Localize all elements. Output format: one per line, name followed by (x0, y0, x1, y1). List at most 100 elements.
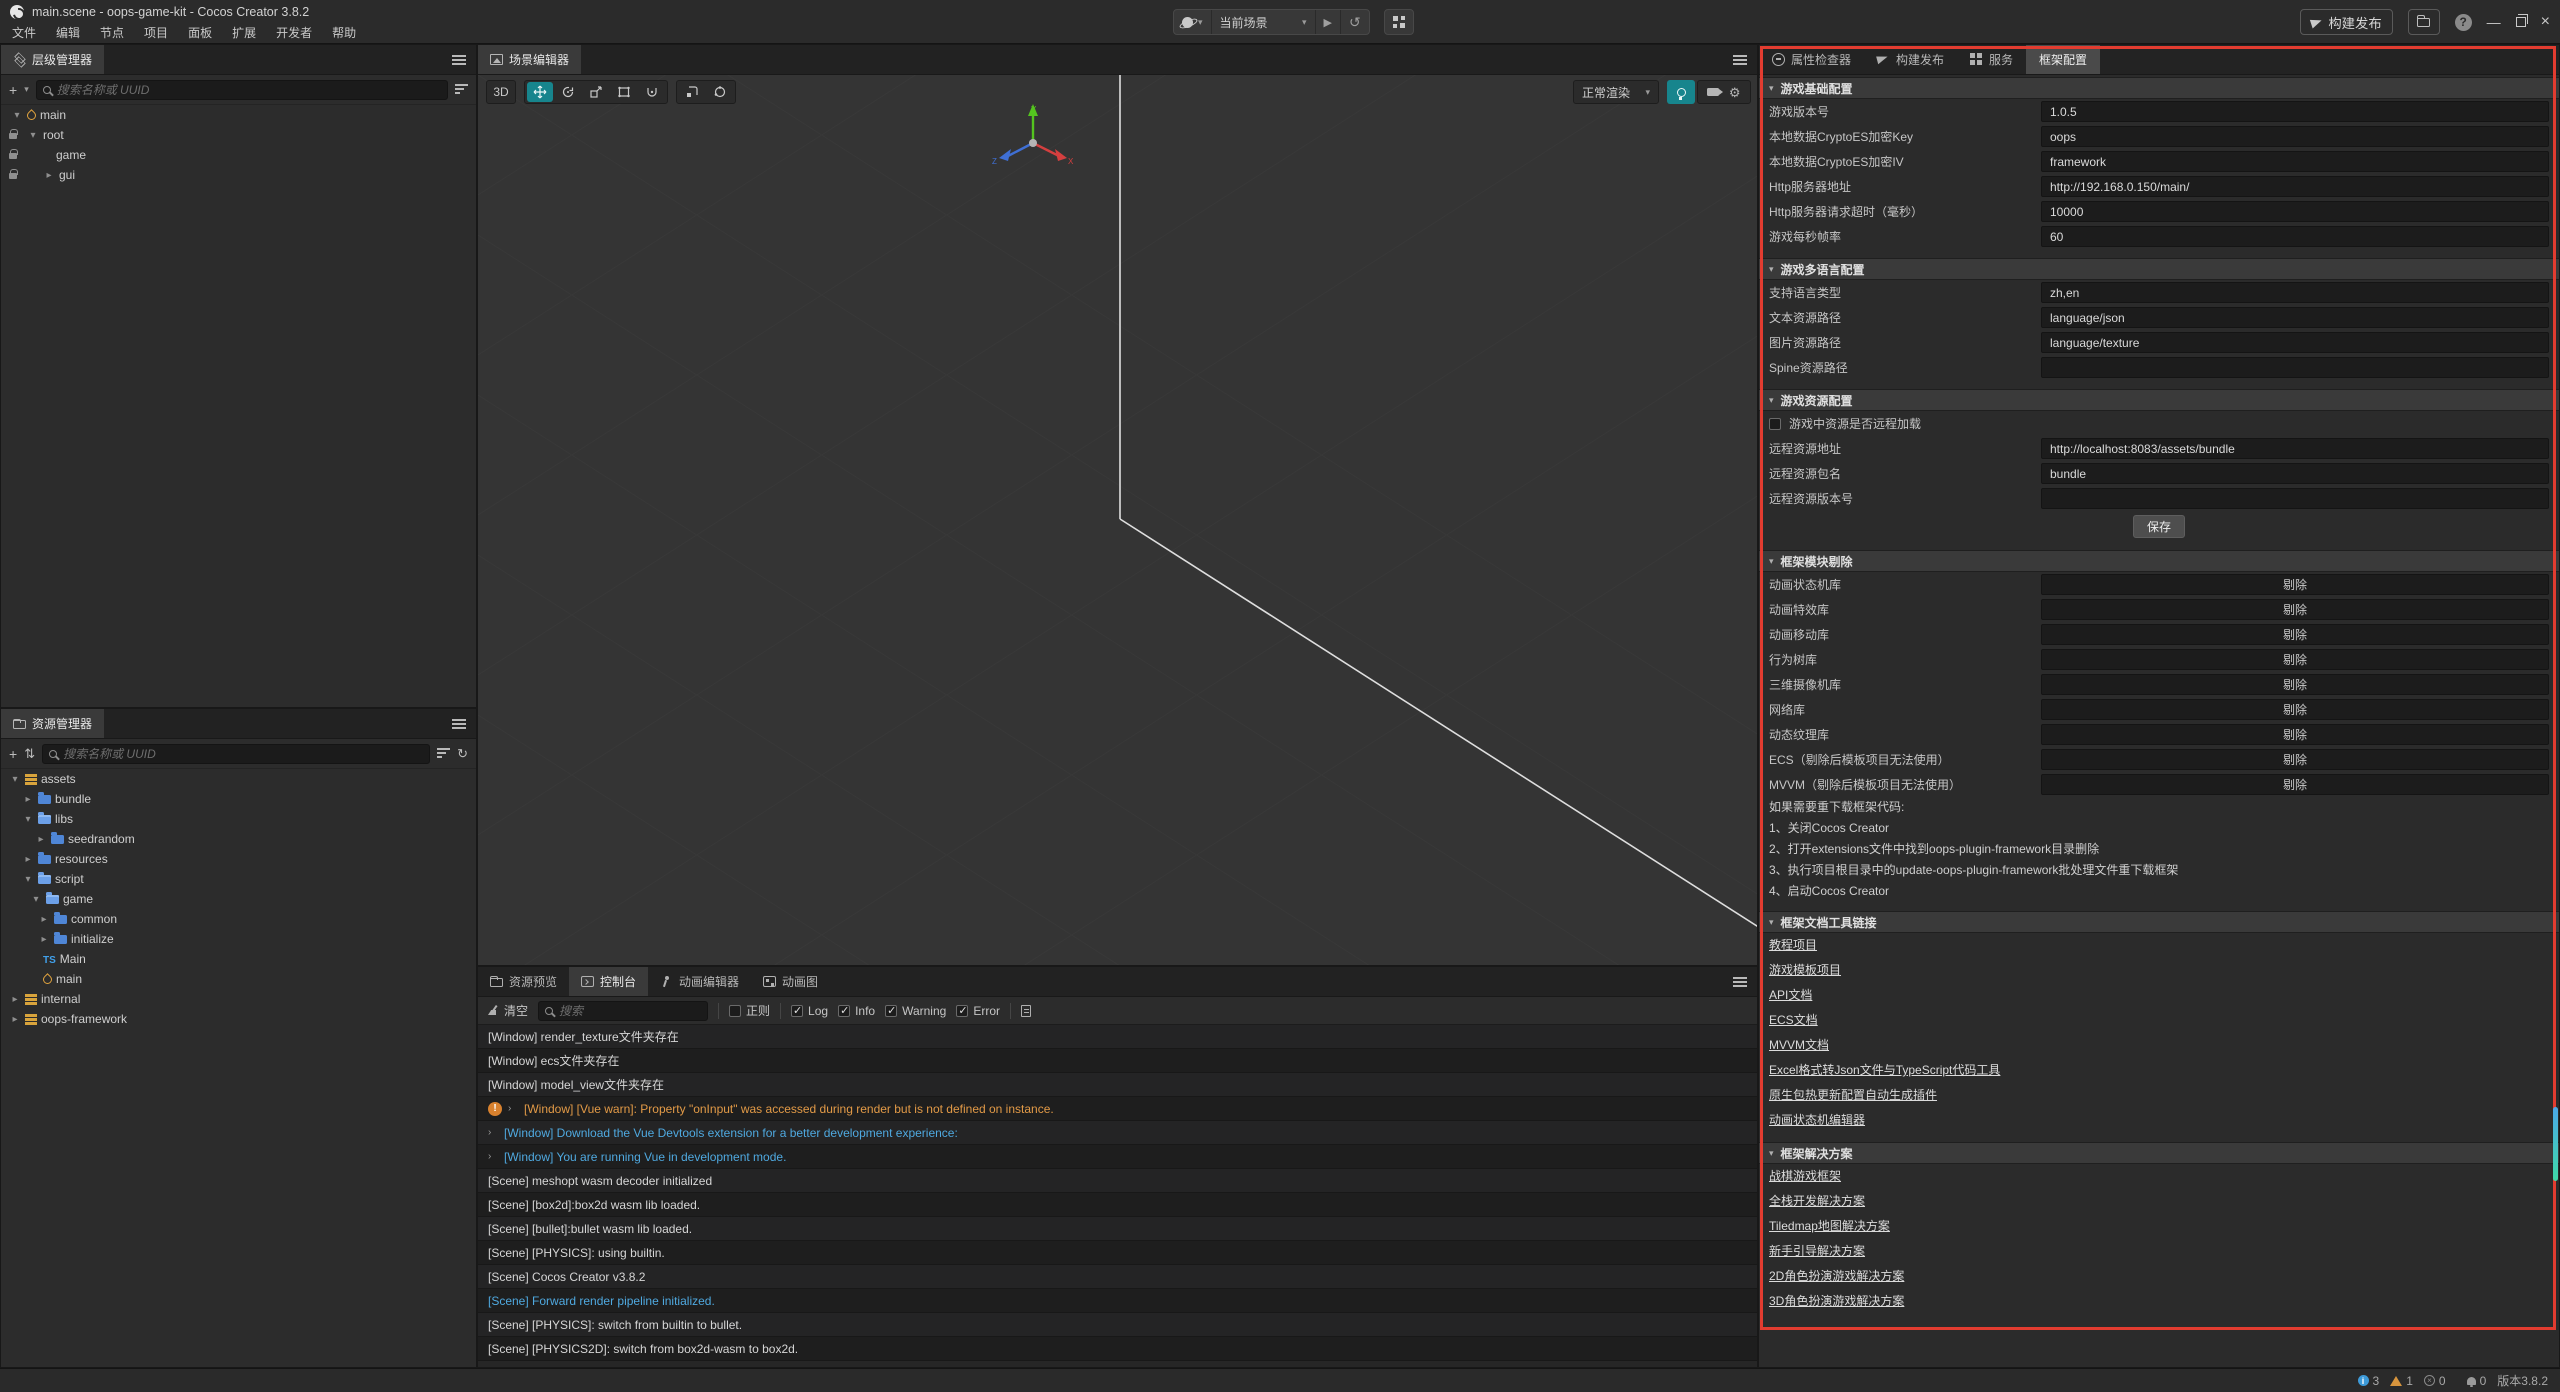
tree-node[interactable]: ▾ main (1, 105, 476, 125)
scale-tool-button[interactable] (583, 82, 609, 102)
maximize-button[interactable] (2516, 17, 2526, 27)
notification-count[interactable]: 0 (2457, 1374, 2487, 1388)
hierarchy-search-input[interactable] (57, 83, 441, 97)
gear-icon[interactable]: ⚙ (1729, 86, 1741, 99)
log-filter-checkbox[interactable]: Error (956, 1004, 1000, 1018)
coordinate-toggle-button[interactable] (707, 82, 733, 102)
console-search[interactable] (538, 1001, 708, 1021)
solution-link[interactable]: 战棋游戏框架 (1769, 1164, 1841, 1189)
remove-module-button[interactable]: 剔除 (2041, 624, 2549, 645)
lock-icon[interactable] (9, 153, 17, 159)
menu-item[interactable]: 编辑 (46, 22, 90, 44)
field-input[interactable] (2041, 226, 2549, 247)
solution-link[interactable]: 新手引导解决方案 (1769, 1239, 1865, 1264)
field-input[interactable] (2041, 307, 2549, 328)
help-button[interactable]: ? (2455, 14, 2472, 31)
expand-chevron-icon[interactable]: ▾ (11, 110, 23, 121)
menu-item[interactable]: 节点 (90, 22, 134, 44)
log-filter-checkbox[interactable]: Warning (885, 1004, 946, 1018)
console-log-row[interactable]: [Scene] Cocos Creator v3.8.2 (478, 1265, 1757, 1289)
tree-node[interactable]: main (1, 969, 476, 989)
expand-chevron-icon[interactable]: ▸ (35, 834, 47, 845)
inspector-tab[interactable]: 属性检查器 (1759, 45, 1864, 74)
expand-chevron-icon[interactable]: › (488, 1127, 498, 1138)
doc-link[interactable]: API文档 (1769, 983, 1812, 1008)
console-tab[interactable]: 控制台 (569, 967, 648, 996)
field-input[interactable] (2041, 463, 2549, 484)
tree-node[interactable]: ▸ resources (1, 849, 476, 869)
menu-item[interactable]: 帮助 (322, 22, 366, 44)
regex-checkbox[interactable]: 正则 (729, 1002, 770, 1019)
doc-link[interactable]: 原生包热更新配置自动生成插件 (1769, 1083, 1937, 1108)
expand-chevron-icon[interactable]: › (508, 1103, 518, 1114)
expand-chevron-icon[interactable]: ▸ (22, 794, 34, 805)
tree-node[interactable]: game (1, 145, 476, 165)
expand-chevron-icon[interactable]: › (488, 1151, 498, 1162)
tab-scene-editor[interactable]: 场景编辑器 (478, 45, 581, 74)
build-publish-button[interactable]: 构建发布 (2300, 9, 2392, 35)
field-input[interactable] (2041, 282, 2549, 303)
render-mode-select[interactable]: 正常渲染 ▾ (1573, 80, 1659, 104)
expand-chevron-icon[interactable]: ▾ (27, 130, 39, 141)
save-button[interactable]: 保存 (2133, 515, 2185, 538)
remote-load-checkbox-row[interactable]: 游戏中资源是否远程加载 (1759, 411, 2559, 436)
tab-hierarchy[interactable]: 层级管理器 (1, 45, 104, 74)
field-input[interactable] (2041, 438, 2549, 459)
doc-link[interactable]: 动画状态机编辑器 (1769, 1108, 1865, 1133)
log-file-icon[interactable] (1021, 1005, 1031, 1017)
projection-3d-button[interactable]: 3D (486, 80, 516, 104)
lock-icon[interactable] (9, 133, 17, 139)
expand-chevron-icon[interactable]: ▾ (22, 874, 34, 885)
inspector-tab[interactable]: 构建发布 (1864, 45, 1957, 74)
inspector-tab[interactable]: 框架配置 (2026, 45, 2100, 74)
remove-module-button[interactable]: 剔除 (2041, 574, 2549, 595)
tree-node[interactable]: ▸ gui (1, 165, 476, 185)
field-input[interactable] (2041, 357, 2549, 378)
tree-node[interactable]: ▾ root (1, 125, 476, 145)
pivot-toggle-button[interactable] (679, 82, 705, 102)
console-log-row[interactable]: [Window] ecs文件夹存在 (478, 1049, 1757, 1073)
filter-icon[interactable] (437, 748, 450, 759)
expand-chevron-icon[interactable]: ▸ (38, 914, 50, 925)
menu-item[interactable]: 扩展 (222, 22, 266, 44)
field-input[interactable] (2041, 126, 2549, 147)
menu-item[interactable]: 开发者 (266, 22, 322, 44)
log-filter-checkbox[interactable]: Info (838, 1004, 875, 1018)
remove-module-button[interactable]: 剔除 (2041, 674, 2549, 695)
tree-node[interactable]: ▸ initialize (1, 929, 476, 949)
field-input[interactable] (2041, 488, 2549, 509)
doc-link[interactable]: 教程项目 (1769, 933, 1817, 958)
solution-link[interactable]: 3D角色扮演游戏解决方案 (1769, 1289, 1904, 1314)
rect-tool-button[interactable] (611, 82, 637, 102)
section-header-basic[interactable]: ▾ 游戏基础配置 (1759, 77, 2559, 99)
section-header-resources[interactable]: ▾ 游戏资源配置 (1759, 389, 2559, 411)
warning-count[interactable]: 1 (2390, 1374, 2413, 1388)
transform-gizmo-tool-button[interactable] (639, 82, 665, 102)
create-node-button[interactable]: + (9, 83, 17, 97)
console-log-row[interactable]: › [Window] You are running Vue in develo… (478, 1145, 1757, 1169)
refresh-icon[interactable]: ↻ (457, 747, 468, 760)
console-tab[interactable]: 动画编辑器 (648, 967, 751, 996)
menu-item[interactable]: 面板 (178, 22, 222, 44)
move-tool-button[interactable] (527, 82, 553, 102)
solution-link[interactable]: 全栈开发解决方案 (1769, 1189, 1865, 1214)
field-input[interactable] (2041, 176, 2549, 197)
filter-icon[interactable] (455, 84, 468, 95)
remove-module-button[interactable]: 剔除 (2041, 749, 2549, 770)
tree-node[interactable]: ▾ libs (1, 809, 476, 829)
lighting-toggle-button[interactable] (1667, 80, 1695, 104)
panel-menu-icon[interactable] (452, 55, 466, 66)
play-button[interactable]: ▶ (1316, 10, 1341, 34)
preview-qr-button[interactable] (1384, 9, 1414, 35)
tree-node[interactable]: ▸ bundle (1, 789, 476, 809)
inspector-tab[interactable]: 服务 (1957, 45, 2026, 74)
console-log-row[interactable]: [Scene] [PHYSICS]: switch from builtin t… (478, 1313, 1757, 1337)
tree-node[interactable]: ▾ assets (1, 769, 476, 789)
expand-chevron-icon[interactable]: ▸ (9, 994, 21, 1005)
section-header-docs[interactable]: ▾ 框架文档工具链接 (1759, 911, 2559, 933)
menu-item[interactable]: 项目 (134, 22, 178, 44)
lock-icon[interactable] (9, 173, 17, 179)
console-log-row[interactable]: [Window] render_texture文件夹存在 (478, 1025, 1757, 1049)
console-log-row[interactable]: [Scene] [bullet]:bullet wasm lib loaded. (478, 1217, 1757, 1241)
scene-viewport[interactable]: 3D (478, 75, 1757, 965)
